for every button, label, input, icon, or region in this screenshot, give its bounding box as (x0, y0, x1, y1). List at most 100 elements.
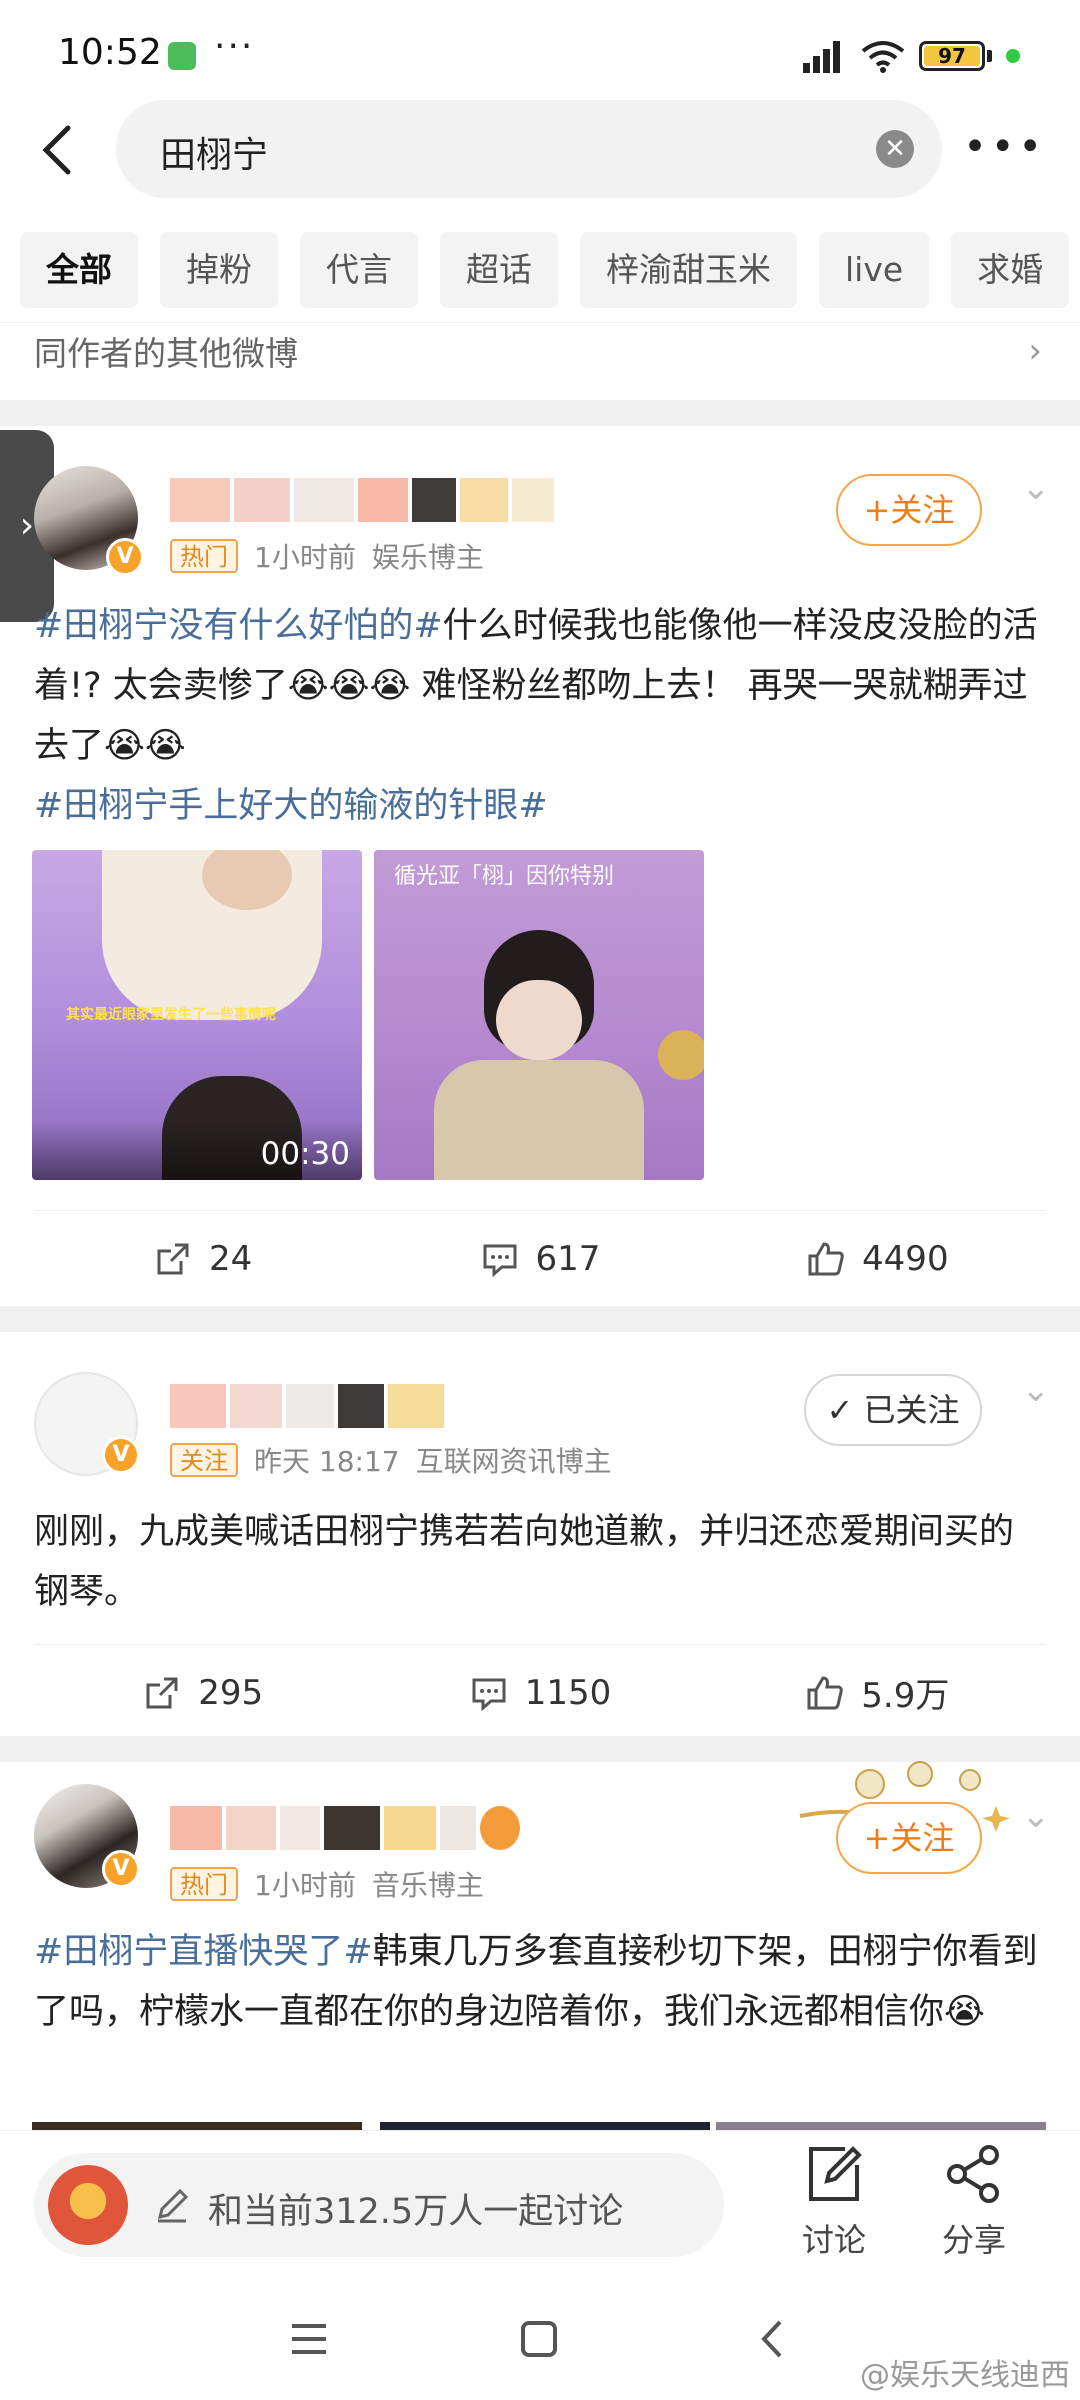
share-box-icon (146, 1677, 178, 1708)
chevron-down-icon[interactable]: ⌄ (1022, 1796, 1051, 1836)
status-indicators: 97 (803, 36, 1020, 76)
post-card: V 热门 1小时前 娱乐博主 +关注 ⌄ #田栩宁没有什么好怕的#什么时候我也能… (0, 426, 1080, 1306)
comment-icon (483, 1244, 517, 1277)
author-other-posts-label: 同作者的其他微博 (34, 334, 298, 373)
filter-tabs: 全部 掉粉 代言 超话 梓渝甜玉米 live 求婚 (20, 232, 1070, 308)
post-card: V 关注 昨天 18:17 互联网资讯博主 ✓ 已关注 ⌄ 刚刚，九成美喊话田栩… (0, 1332, 1080, 1732)
home-icon[interactable] (514, 2314, 564, 2364)
video-thumbnail[interactable]: 其实最近眼家里发生了一些事情呢 00:30 (32, 850, 362, 1180)
author-other-posts-row[interactable]: 同作者的其他微博 › (0, 322, 1080, 392)
post-action-bar: 295 1150 5.9万 (34, 1644, 1046, 1740)
repost-count: 295 (198, 1672, 264, 1713)
share-button[interactable]: 分享 (924, 2141, 1024, 2261)
tab-fan-group[interactable]: 梓渝甜玉米 (580, 232, 797, 308)
post-time: 1小时前 (254, 1869, 356, 1902)
post-time: 1小时前 (254, 541, 356, 574)
more-options-icon[interactable]: ••• (963, 124, 1046, 170)
verified-badge-icon: V (106, 538, 144, 576)
discuss-button[interactable]: 讨论 (784, 2141, 884, 2261)
bottom-composer-bar: 和当前312.5万人一起讨论 讨论 分享 (0, 2130, 1080, 2280)
hot-tag: 热门 (170, 1867, 238, 1901)
comment-button[interactable]: 617 (371, 1211, 708, 1306)
more-notifications-icon: ··· (214, 26, 255, 67)
like-button[interactable]: 4490 (709, 1211, 1046, 1306)
chevron-down-icon[interactable]: ⌄ (1022, 1370, 1051, 1410)
post-time: 昨天 18:17 (254, 1445, 400, 1478)
app-notification-icon (168, 42, 196, 70)
author-name-blurred[interactable] (170, 1806, 520, 1856)
section-divider (0, 1306, 1080, 1332)
followed-label: 已关注 (863, 1391, 960, 1429)
status-time: 10:52 (58, 32, 162, 73)
tab-supertopic[interactable]: 超话 (440, 232, 558, 308)
video-caption: 其实最近眼家里发生了一些事情呢 (66, 1007, 276, 1023)
tab-unfollow[interactable]: 掉粉 (160, 232, 278, 308)
author-name-blurred[interactable] (170, 478, 554, 528)
edit-square-icon (809, 2146, 862, 2201)
post-meta: 关注 昨天 18:17 互联网资讯博主 (170, 1440, 612, 1480)
clear-icon[interactable]: ✕ (876, 130, 914, 168)
video-duration: 00:30 (260, 1136, 350, 1172)
comment-count: 617 (535, 1238, 601, 1279)
system-nav-bar: @娱乐天线迪西 (0, 2280, 1080, 2400)
like-button[interactable]: 5.9万 (709, 1645, 1046, 1740)
search-header: 田栩宁 ✕ ••• (0, 100, 1080, 200)
topic-link[interactable]: #田栩宁直播快哭了# (34, 1932, 373, 1972)
image-caption: 循光亚「栩」因你特别 (394, 864, 615, 889)
verified-badge-icon: V (102, 1850, 140, 1888)
pencil-icon (157, 2188, 189, 2223)
post-text[interactable]: #田栩宁直播快哭了#韩東几万多套直接秒切下架，田栩宁你看到了吗，柠檬水一直都在你… (34, 1922, 1046, 2042)
wifi-icon (861, 41, 905, 73)
image-thumbnail[interactable]: 循光亚「栩」因你特别 (374, 850, 704, 1180)
signal-icon (803, 39, 847, 73)
repost-button[interactable]: 295 (34, 1645, 371, 1740)
topic-link[interactable]: #田栩宁手上好大的输液的针眼# (34, 786, 548, 826)
image-thumbnail[interactable] (32, 2122, 362, 2130)
chevron-down-icon[interactable]: ⌄ (1022, 468, 1051, 508)
discussion-input[interactable]: 和当前312.5万人一起讨论 (34, 2153, 724, 2257)
tab-proposal[interactable]: 求婚 (951, 232, 1070, 308)
discuss-label: 讨论 (801, 2221, 866, 2259)
tab-live[interactable]: live (819, 232, 930, 308)
menu-icon[interactable] (284, 2314, 334, 2364)
topic-link[interactable]: #田栩宁没有什么好怕的# (34, 606, 443, 646)
post-meta: 热门 1小时前 娱乐博主 (170, 536, 484, 576)
repost-count: 24 (209, 1238, 253, 1279)
follow-button[interactable]: +关注 (836, 1802, 982, 1874)
post-meta: 热门 1小时前 音乐博主 (170, 1864, 484, 1904)
back-arrow-icon[interactable] (34, 122, 84, 178)
share-label: 分享 (941, 2221, 1006, 2259)
image-thumbnail[interactable] (380, 2122, 710, 2130)
author-name-blurred[interactable] (170, 1384, 444, 1434)
thumbs-up-icon (807, 1675, 844, 1709)
comment-button[interactable]: 1150 (371, 1645, 708, 1740)
comment-icon (472, 1678, 506, 1711)
post-text[interactable]: 刚刚，九成美喊话田栩宁携若若向她道歉，并归还恋爱期间买的钢琴。 (34, 1502, 1046, 1622)
follow-button[interactable]: +关注 (836, 474, 982, 546)
battery-icon: 97 (919, 41, 985, 71)
chevron-right-icon: › (1028, 331, 1042, 371)
checkmark-icon: ✓ (826, 1391, 854, 1429)
hot-tag: 热门 (170, 539, 238, 573)
comment-count: 1150 (524, 1672, 612, 1713)
battery-level: 97 (938, 44, 966, 68)
status-bar: 10:52 ··· 97 (0, 0, 1080, 110)
tab-all[interactable]: 全部 (20, 232, 138, 308)
post-action-bar: 24 617 4490 (34, 1210, 1046, 1306)
back-icon[interactable] (748, 2314, 798, 2364)
tab-endorsement[interactable]: 代言 (300, 232, 418, 308)
followed-button[interactable]: ✓ 已关注 (804, 1374, 982, 1446)
repost-button[interactable]: 24 (34, 1211, 371, 1306)
image-thumbnail[interactable] (716, 2122, 1046, 2130)
user-avatar (48, 2165, 128, 2245)
verified-badge-icon: V (102, 1436, 140, 1474)
like-count: 4490 (862, 1238, 949, 1279)
composer-placeholder: 和当前312.5万人一起讨论 (208, 2192, 624, 2232)
search-input[interactable]: 田栩宁 ✕ (116, 100, 942, 198)
search-query: 田栩宁 (160, 135, 269, 176)
author-role: 音乐博主 (371, 1869, 484, 1902)
thumbs-up-icon (808, 1241, 844, 1275)
share-box-icon (157, 1243, 189, 1274)
post-card: V 热门 1小时前 音乐博主 +关注 ⌄ #田栩宁直播快哭了#韩東几万多套直接秒… (0, 1761, 1080, 2130)
post-text[interactable]: #田栩宁没有什么好怕的#什么时候我也能像他一样没皮没脸的活着!? 太会卖惨了😭😭… (34, 596, 1046, 836)
